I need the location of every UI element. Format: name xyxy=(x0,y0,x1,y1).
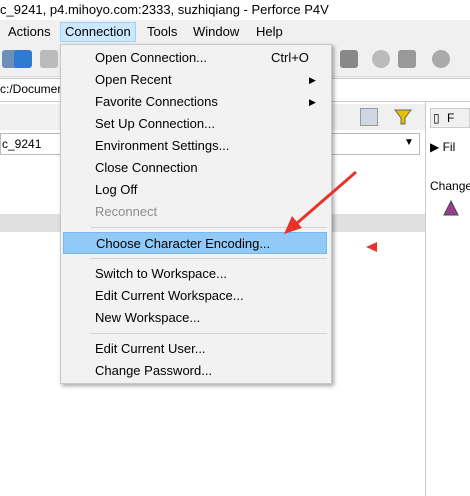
menu-window[interactable]: Window xyxy=(189,23,243,41)
menu-item-label: Set Up Connection... xyxy=(95,116,215,131)
right-pane-play[interactable]: ▶ Fil xyxy=(430,140,455,154)
menu-item-open-recent[interactable]: Open Recent ▶ xyxy=(61,69,331,91)
menu-item-label: Reconnect xyxy=(95,204,158,219)
menu-item-label: Open Recent xyxy=(95,72,172,87)
menu-item-close-connection[interactable]: Close Connection xyxy=(61,157,331,179)
changelist-icon[interactable] xyxy=(443,200,459,216)
menu-item-label: Edit Current User... xyxy=(95,341,206,356)
menu-actions[interactable]: Actions xyxy=(4,23,55,41)
filter-icon[interactable] xyxy=(394,108,412,126)
menu-item-shortcut: Ctrl+O xyxy=(271,50,309,65)
chevron-down-icon[interactable]: ▼ xyxy=(404,137,414,148)
stop-icon[interactable] xyxy=(432,50,450,68)
gauge-icon[interactable] xyxy=(372,50,390,68)
chevron-right-icon: ▶ xyxy=(309,97,316,107)
menu-tools[interactable]: Tools xyxy=(143,23,181,41)
menu-item-open-connection[interactable]: Open Connection... Ctrl+O xyxy=(61,47,331,69)
title-bar: c_9241, p4.mihoyo.com:2333, suzhiqiang -… xyxy=(0,0,470,20)
menu-connection[interactable]: Connection xyxy=(60,22,136,42)
gear-icon[interactable] xyxy=(340,50,358,68)
menu-item-label: Log Off xyxy=(95,182,138,197)
menu-help[interactable]: Help xyxy=(252,23,287,41)
menu-item-edit-current-workspace[interactable]: Edit Current Workspace... xyxy=(61,285,331,307)
view-options-icon[interactable] xyxy=(360,108,378,126)
menu-item-favorite-connections[interactable]: Favorite Connections ▶ xyxy=(61,91,331,113)
menu-item-label: Close Connection xyxy=(95,160,198,175)
menu-item-label: Change Password... xyxy=(95,363,213,378)
menu-item-reconnect: Reconnect xyxy=(61,201,331,223)
menu-item-switch-to-workspace[interactable]: Switch to Workspace... xyxy=(61,263,331,285)
tool-icon[interactable] xyxy=(398,50,416,68)
menu-item-log-off[interactable]: Log Off xyxy=(61,179,331,201)
undo-icon[interactable] xyxy=(14,50,32,68)
menu-item-label: Environment Settings... xyxy=(95,138,230,153)
menu-item-new-workspace[interactable]: New Workspace... xyxy=(61,307,331,329)
chevron-right-icon: ▶ xyxy=(309,75,316,85)
menu-item-label: Switch to Workspace... xyxy=(95,266,227,281)
menu-item-change-password[interactable]: Change Password... xyxy=(61,360,331,382)
right-pane-play-label: Fil xyxy=(442,140,456,154)
window-title: c_9241, p4.mihoyo.com:2333, suzhiqiang -… xyxy=(0,2,329,17)
changelist-label: Change xyxy=(430,179,470,193)
menu-separator xyxy=(91,333,327,334)
workspace-combo-value: c_9241 xyxy=(2,137,42,151)
menu-item-label: New Workspace... xyxy=(95,310,201,325)
copy-icon[interactable] xyxy=(40,50,58,68)
right-pane xyxy=(425,102,470,496)
annotation-marker-icon xyxy=(366,242,377,252)
menu-item-label: Open Connection... xyxy=(95,50,208,65)
menu-separator xyxy=(91,258,327,259)
menu-item-choose-character-encoding[interactable]: Choose Character Encoding... xyxy=(63,232,327,254)
menu-item-set-up-connection[interactable]: Set Up Connection... xyxy=(61,113,331,135)
menu-item-label: Choose Character Encoding... xyxy=(96,236,271,251)
menu-separator xyxy=(91,227,327,228)
right-pane-tab[interactable]: ▯ F xyxy=(430,108,470,128)
menu-item-label: Favorite Connections xyxy=(95,94,218,109)
connection-menu: Open Connection... Ctrl+O Open Recent ▶ … xyxy=(60,44,332,384)
menu-item-environment-settings[interactable]: Environment Settings... xyxy=(61,135,331,157)
play-icon: ▶ xyxy=(430,140,440,154)
menu-bar: Actions Connection Tools Window Help xyxy=(0,20,470,44)
menu-item-label: Edit Current Workspace... xyxy=(95,288,244,303)
tab-icon: ▯ xyxy=(433,111,440,125)
menu-item-edit-current-user[interactable]: Edit Current User... xyxy=(61,338,331,360)
right-pane-tab-label: F xyxy=(447,111,455,125)
